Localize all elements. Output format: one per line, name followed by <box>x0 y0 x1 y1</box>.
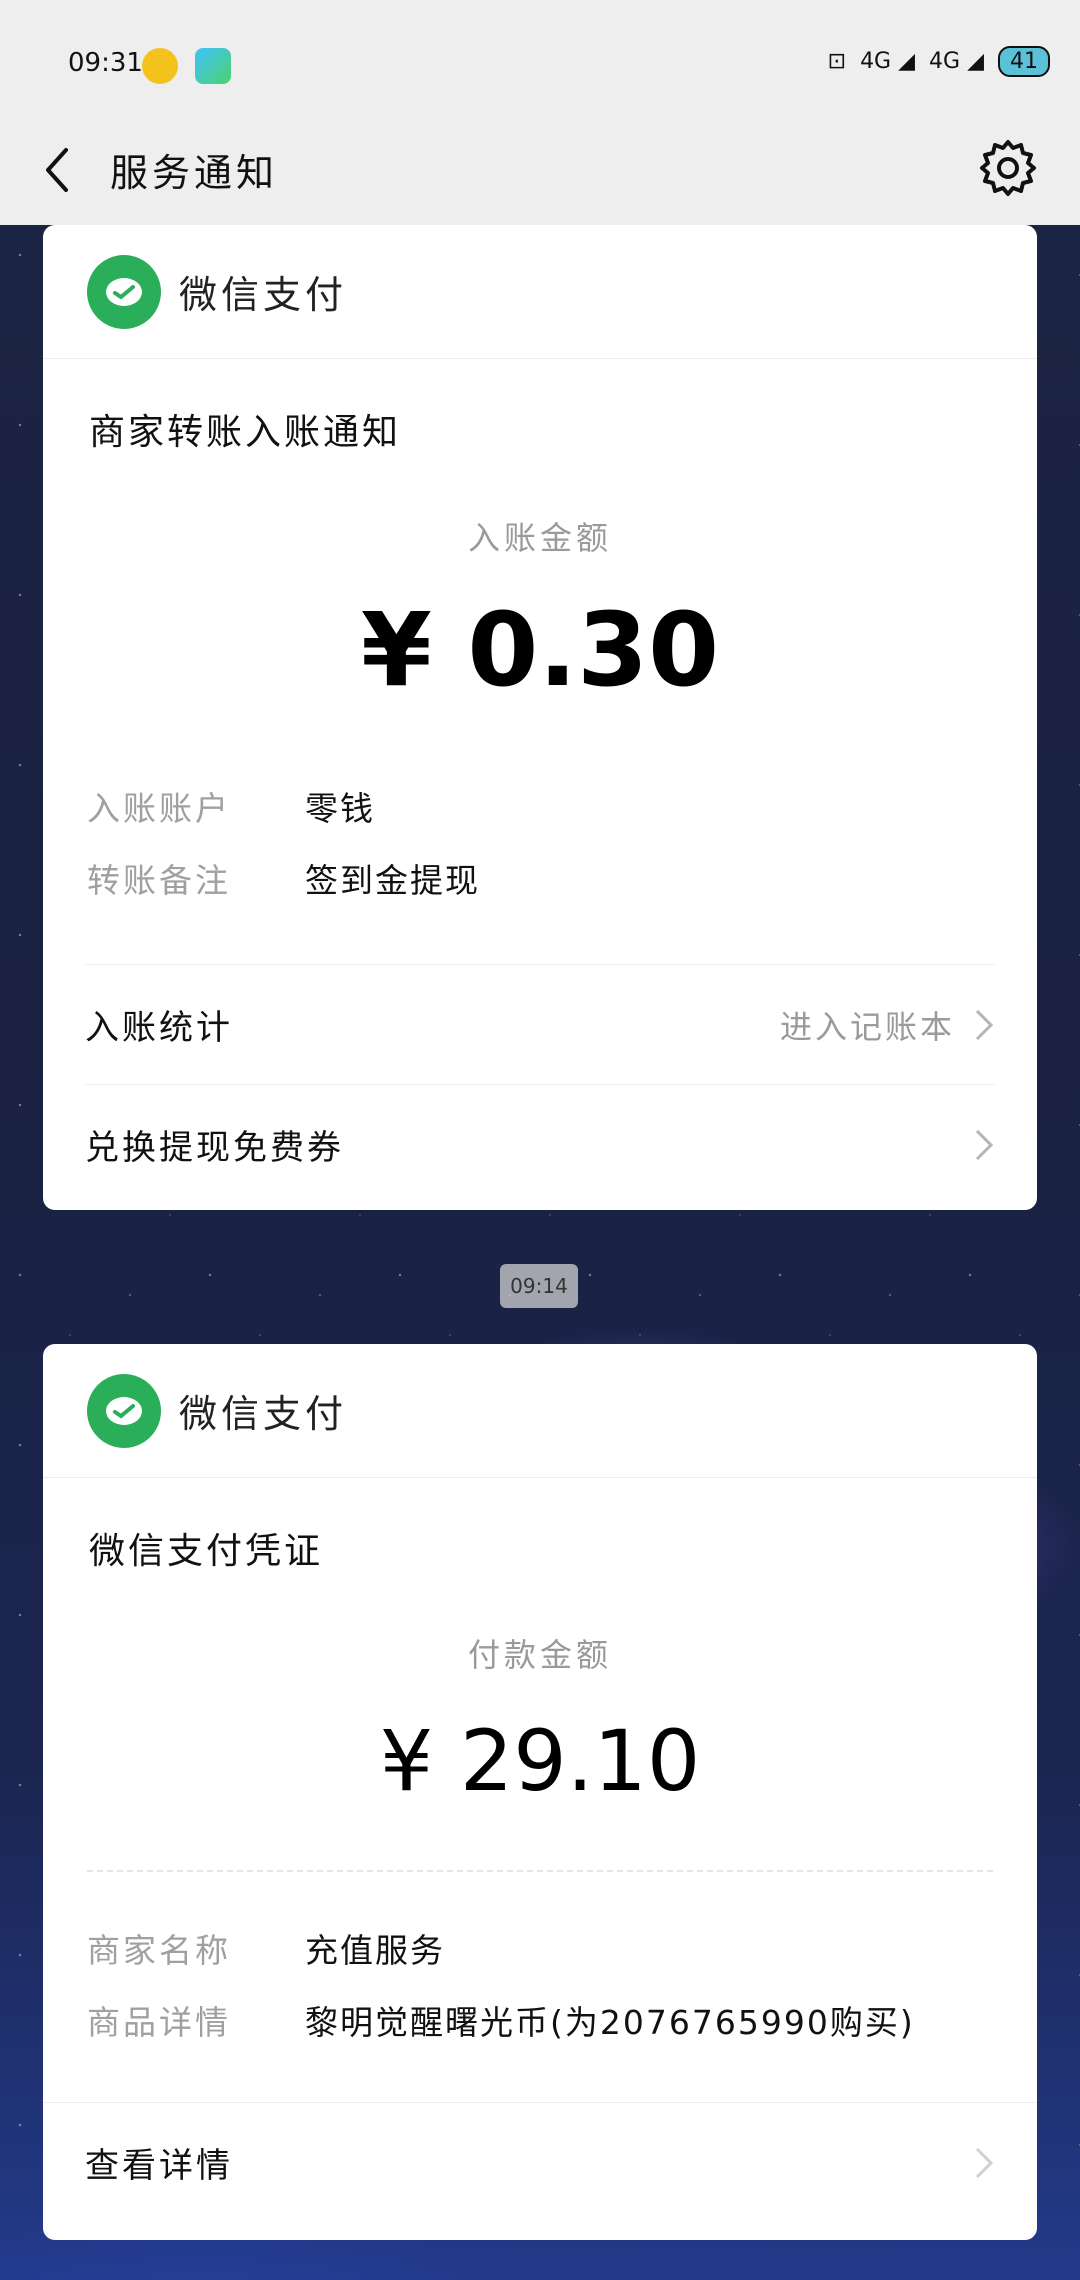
timestamp-chip: 09:14 <box>500 1264 578 1308</box>
amount-value: ¥ 0.30 <box>360 591 720 710</box>
network-label: 4G <box>929 49 961 74</box>
detail-key: 转账备注 <box>87 861 231 900</box>
detail-value: 签到金提现 <box>305 861 480 900</box>
card-header: 微信支付 <box>43 225 1037 359</box>
network-label: 4G <box>860 49 892 74</box>
link-label: 兑换提现免费券 <box>85 1128 344 1168</box>
detail-key: 商家名称 <box>87 1931 231 1970</box>
detail-row: 商品详情 黎明觉醒曙光币(为2076765990购买) <box>87 1984 1037 2056</box>
brand-name: 微信支付 <box>179 273 348 317</box>
detail-value: 零钱 <box>305 789 375 828</box>
chevron-left-icon[interactable] <box>38 140 78 200</box>
redeem-coupon-link[interactable]: 兑换提现免费券 <box>85 1084 995 1204</box>
signal-4g-icon: 4G ◢ <box>929 49 984 74</box>
chevron-right-icon <box>975 2147 994 2178</box>
chevron-right-icon <box>975 1129 994 1160</box>
payment-receipt-card: 微信支付 微信支付凭证 付款金额 ¥ 29.10 商家名称 充值服务 商品详情 … <box>43 1344 1037 2240</box>
detail-value: 黎明觉醒曙光币(为2076765990购买) <box>305 2003 915 2042</box>
detail-key: 商品详情 <box>87 2003 231 2042</box>
detail-row: 入账账户 零钱 <box>87 770 1037 842</box>
brand-name: 微信支付 <box>179 1392 348 1436</box>
amount-value: ¥ 29.10 <box>379 1712 701 1810</box>
status-time: 09:31 <box>68 48 143 78</box>
signal-4g-icon: 4G ◢ <box>860 49 916 74</box>
music-app-icon <box>142 48 178 84</box>
title-bar: 服务通知 <box>0 120 1080 225</box>
battery-indicator: 41 <box>998 46 1050 77</box>
chevron-right-icon <box>975 1009 994 1040</box>
link-label: 查看详情 <box>85 2146 233 2186</box>
gear-icon[interactable] <box>976 136 1040 200</box>
status-bar: 09:31 ⊡ 4G ◢ 4G ◢ 41 <box>0 0 1080 120</box>
card-header: 微信支付 <box>43 1344 1037 1478</box>
wechat-pay-icon <box>87 254 161 329</box>
detail-value: 充值服务 <box>305 1931 445 1970</box>
amount-label: 付款金额 <box>467 1636 612 1674</box>
detail-row: 转账备注 签到金提现 <box>87 842 1037 914</box>
video-app-icon <box>195 48 231 84</box>
page-title: 服务通知 <box>110 151 279 195</box>
ledger-stats-link[interactable]: 入账统计 进入记账本 <box>85 964 995 1084</box>
detail-row: 商家名称 充值服务 <box>87 1912 1037 1984</box>
transfer-notification-card: 微信支付 商家转账入账通知 入账金额 ¥ 0.30 入账账户 零钱 转账备注 签… <box>43 225 1037 1210</box>
nfc-icon: ⊡ <box>827 49 847 74</box>
view-details-link[interactable]: 查看详情 <box>43 2102 1037 2222</box>
detail-key: 入账账户 <box>87 789 231 828</box>
status-icons: ⊡ 4G ◢ 4G ◢ 41 <box>828 46 1050 77</box>
card-title: 微信支付凭证 <box>89 1531 324 1572</box>
wechat-pay-icon <box>87 1373 161 1448</box>
link-hint: 进入记账本 <box>779 1007 955 1046</box>
link-label: 入账统计 <box>85 1008 233 1048</box>
card-title: 商家转账入账通知 <box>89 412 402 453</box>
amount-label: 入账金额 <box>467 519 612 557</box>
